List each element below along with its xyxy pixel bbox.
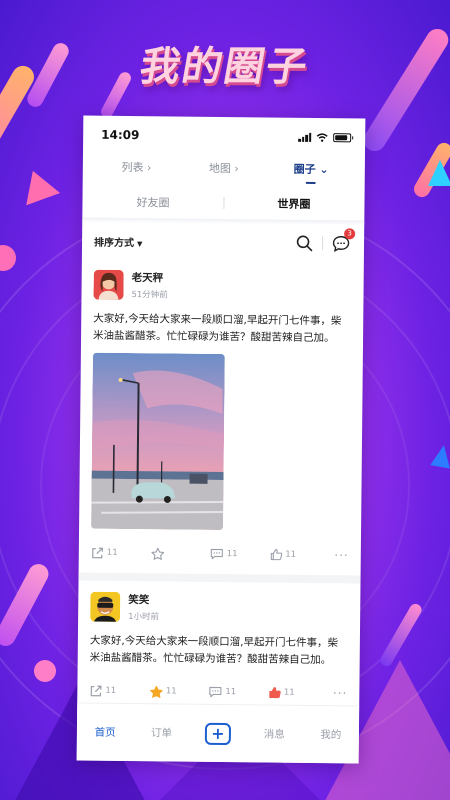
share-icon — [92, 547, 103, 559]
star-filled-icon — [149, 685, 163, 698]
tab-circle-label: 圈子 ⌄ — [293, 162, 329, 177]
comment-button[interactable]: 11 — [210, 548, 270, 561]
comment-icon — [209, 686, 222, 698]
comment-icon — [210, 548, 223, 560]
message-count-badge: 3 — [344, 228, 356, 240]
post-time: 1小时前 — [128, 612, 160, 623]
sort-label: 排序方式 — [93, 237, 135, 249]
sort-dropdown[interactable]: 排序方式 ▼ — [94, 233, 293, 250]
more-options-icon[interactable]: ··· — [327, 686, 348, 700]
comment-button[interactable]: 11 — [208, 686, 268, 699]
favorite-button[interactable]: 11 — [149, 685, 209, 699]
share-count: 11 — [105, 685, 117, 696]
post-text: 大家好,今天给大家来一段顺口溜,早起开门七件事，柴米油盐酱醋茶。忙忙碌碌为谁苦？… — [93, 312, 342, 345]
thumbs-up-filled-icon — [268, 687, 281, 699]
wifi-icon — [316, 132, 328, 142]
thumbs-up-icon — [270, 549, 282, 561]
tab-circle[interactable]: 圈子 ⌄ — [267, 160, 354, 184]
status-bar: 14:09 — [83, 116, 365, 157]
feed-toolbar: 排序方式 ▼ 3 — [82, 223, 364, 262]
banner-title: 我的圈子 — [136, 44, 313, 90]
nav-home[interactable]: 首页 — [77, 725, 134, 741]
comment-count: 11 — [225, 687, 237, 698]
signal-icon — [298, 132, 312, 142]
avatar[interactable] — [90, 591, 121, 622]
subtab-friends[interactable]: 好友圈 — [82, 194, 223, 211]
view-tabs: 列表 › 地图 › 圈子 ⌄ — [83, 156, 365, 184]
favorite-button[interactable] — [150, 547, 210, 561]
messages-button[interactable]: 3 — [330, 228, 356, 254]
phone-screen: 14:09 列表 › 地图 › 圈子 ⌄ 好友圈 世界圈 排序方式 ▼ 3 老天… — [76, 115, 366, 764]
like-count: 11 — [283, 687, 295, 698]
feed-post: 老天秤 51分钟前 大家好,今天给大家来一段顺口溜,早起开门七件事，柴米油盐酱醋… — [79, 259, 364, 572]
feed-post: 笑笑 1小时前 大家好,今天给大家来一段顺口溜,早起开门七件事，柴米油盐酱醋茶。… — [77, 581, 360, 710]
nav-orders[interactable]: 订单 — [133, 725, 190, 741]
post-actions: 11 11 11 ··· — [91, 537, 349, 572]
bottom-nav: 首页 订单 + 消息 我的 — [76, 702, 360, 764]
nav-mine[interactable]: 我的 — [302, 727, 359, 743]
battery-icon — [333, 132, 352, 142]
share-icon — [90, 685, 102, 697]
post-author: 笑笑 1小时前 — [90, 589, 348, 628]
author-name[interactable]: 老天秤 — [132, 270, 168, 285]
favorite-count: 11 — [165, 686, 177, 697]
like-button[interactable]: 11 — [268, 687, 328, 700]
post-time: 51分钟前 — [131, 290, 168, 301]
nav-create[interactable]: + — [190, 722, 247, 745]
tab-map[interactable]: 地图 › — [180, 160, 267, 177]
comment-count: 11 — [226, 549, 238, 560]
more-options-icon[interactable]: ··· — [329, 548, 349, 562]
search-icon — [296, 235, 312, 251]
like-button[interactable]: 11 — [269, 549, 329, 562]
share-count: 11 — [106, 547, 118, 558]
subtab-divider — [223, 197, 225, 210]
active-tab-indicator — [305, 181, 317, 184]
tab-list[interactable]: 列表 › — [93, 159, 180, 176]
share-button[interactable]: 11 — [91, 547, 151, 560]
search-button[interactable] — [293, 232, 315, 254]
circle-subtabs: 好友圈 世界圈 — [82, 186, 364, 221]
caret-down-icon: ▼ — [137, 239, 143, 248]
status-time: 14:09 — [101, 127, 140, 143]
toolbar-separator — [321, 236, 324, 251]
author-name[interactable]: 笑笑 — [128, 592, 159, 607]
post-photo[interactable] — [91, 352, 225, 531]
star-icon — [150, 547, 164, 560]
avatar[interactable] — [93, 269, 124, 300]
plus-icon: + — [204, 722, 232, 745]
post-author: 老天秤 51分钟前 — [93, 267, 351, 306]
post-text: 大家好,今天给大家来一段顺口溜,早起开门七件事，柴米油盐酱醋茶。忙忙碌碌为谁苦？… — [89, 634, 339, 667]
like-count: 11 — [285, 549, 297, 560]
subtab-world[interactable]: 世界圈 — [223, 195, 364, 212]
nav-messages[interactable]: 消息 — [246, 726, 303, 742]
share-button[interactable]: 11 — [89, 685, 149, 698]
